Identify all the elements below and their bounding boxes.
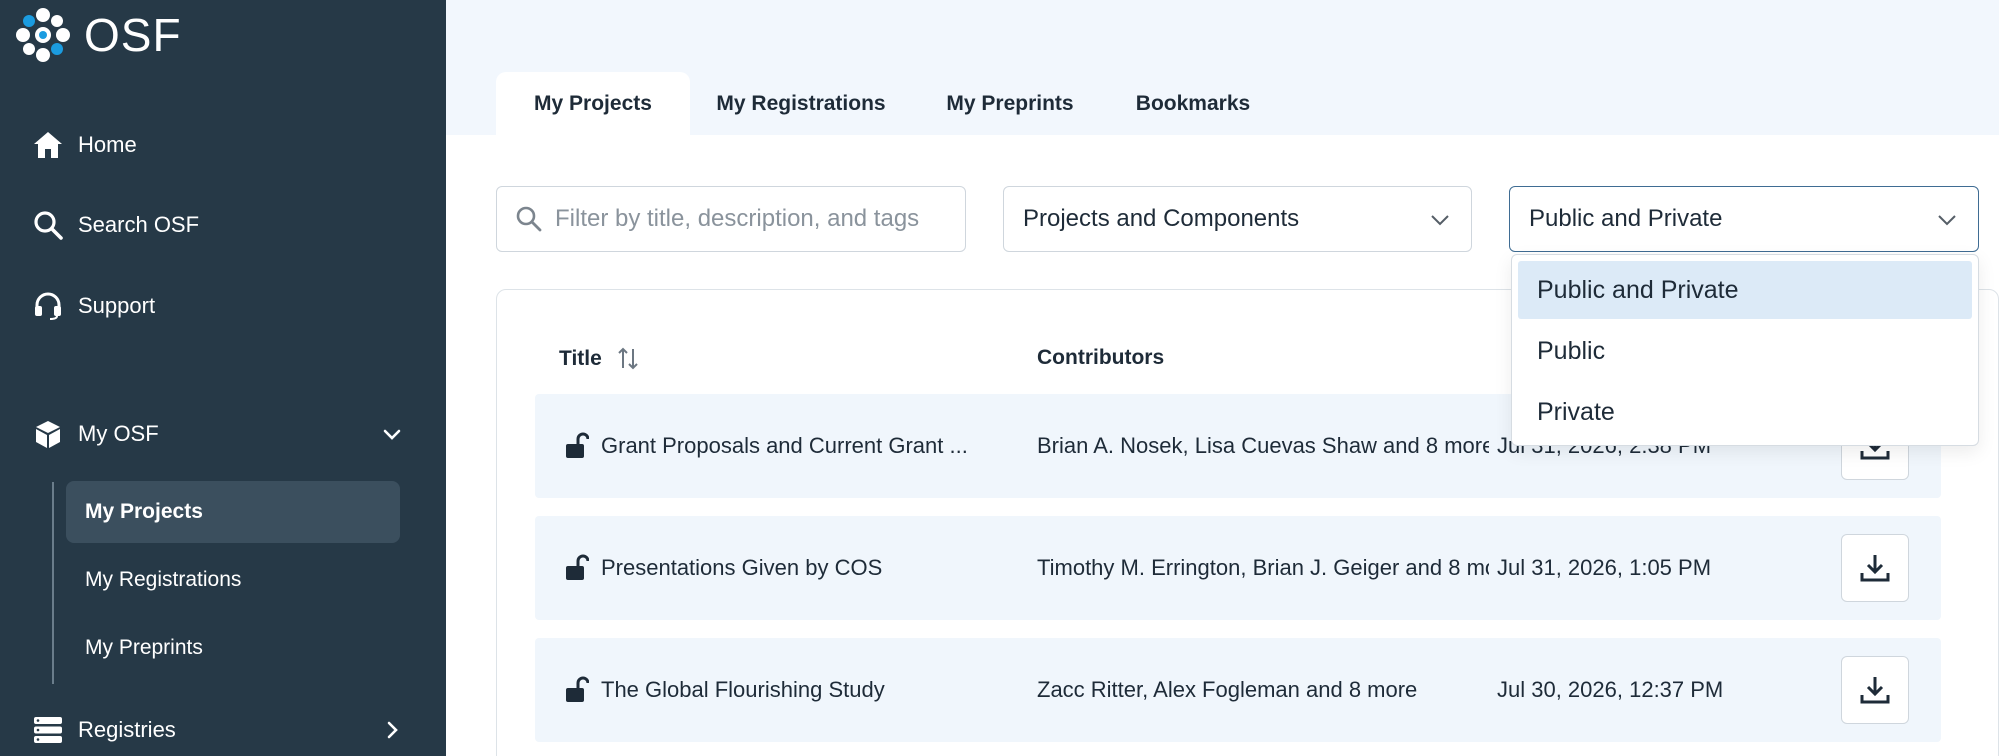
- nav-registries[interactable]: Registries: [32, 714, 414, 746]
- row-title: The Global Flourishing Study: [601, 677, 885, 702]
- tab-my-projects[interactable]: My Projects: [496, 72, 690, 136]
- download-icon: [1860, 677, 1890, 704]
- registries-icon: [32, 714, 64, 746]
- sidebar-item-my-projects[interactable]: My Projects: [66, 481, 400, 543]
- osf-logo-icon: [16, 8, 70, 62]
- chevron-right-icon: [387, 721, 398, 739]
- tab-label: My Projects: [534, 92, 652, 115]
- column-header-title[interactable]: Title: [559, 346, 640, 372]
- nav-my-osf-label: My OSF: [78, 421, 159, 446]
- nav-home[interactable]: Home: [32, 129, 137, 161]
- chevron-down-icon: [1938, 215, 1956, 226]
- dropdown-option-label: Private: [1537, 397, 1615, 426]
- nav-support-label: Support: [78, 293, 156, 318]
- osf-logo[interactable]: OSF: [14, 6, 182, 64]
- row-contributors: Brian A. Nosek, Lisa Cuevas Shaw and 8 m…: [1037, 433, 1489, 458]
- nav-search-label: Search OSF: [78, 212, 200, 237]
- search-icon: [516, 206, 542, 232]
- type-filter-select[interactable]: Projects and Components: [1003, 186, 1472, 252]
- dropdown-option-public-and-private[interactable]: Public and Private: [1518, 261, 1972, 319]
- download-icon: [1860, 555, 1890, 582]
- tab-my-preprints[interactable]: My Preprints: [912, 72, 1108, 136]
- sidebar: OSF Home Search OSF Support My OSF My Pr…: [0, 0, 446, 756]
- cube-icon: [32, 418, 64, 450]
- table-row[interactable]: The Global Flourishing Study Zacc Ritter…: [535, 638, 1941, 742]
- row-title-cell[interactable]: The Global Flourishing Study: [565, 638, 1005, 742]
- sidebar-item-my-preprints[interactable]: My Preprints: [66, 617, 400, 679]
- tab-label: My Preprints: [946, 92, 1074, 115]
- osf-logo-text: OSF: [84, 9, 182, 61]
- nav-search-osf[interactable]: Search OSF: [32, 209, 199, 241]
- home-icon: [32, 129, 64, 161]
- unlock-icon: [566, 676, 589, 702]
- unlock-icon: [566, 432, 589, 458]
- row-modified: Jul 30, 2026, 12:37 PM: [1497, 677, 1724, 702]
- row-contributors: Timothy M. Errington, Brian J. Geiger an…: [1037, 555, 1489, 580]
- row-contributors: Zacc Ritter, Alex Fogleman and 8 more: [1037, 677, 1418, 702]
- type-filter-value: Projects and Components: [1023, 205, 1300, 232]
- tab-my-registrations[interactable]: My Registrations: [690, 72, 912, 136]
- tab-label: Bookmarks: [1135, 92, 1251, 115]
- download-button[interactable]: [1841, 656, 1909, 724]
- row-title: Grant Proposals and Current Grant ...: [601, 433, 968, 458]
- chevron-down-icon: [1431, 215, 1449, 226]
- sidebar-item-label: My Registrations: [85, 568, 242, 591]
- tab-bookmarks[interactable]: Bookmarks: [1108, 72, 1278, 136]
- chevron-down-icon: [383, 429, 401, 440]
- sidebar-item-my-registrations[interactable]: My Registrations: [66, 549, 400, 611]
- headset-icon: [32, 290, 64, 322]
- submenu-guide-line: [52, 482, 54, 684]
- download-button[interactable]: [1841, 534, 1909, 602]
- dropdown-option-private[interactable]: Private: [1518, 383, 1972, 441]
- row-title-cell[interactable]: Presentations Given by COS: [565, 516, 1005, 620]
- unlock-icon: [566, 554, 589, 580]
- row-modified: Jul 31, 2026, 1:05 PM: [1497, 555, 1712, 580]
- row-title: Presentations Given by COS: [601, 555, 883, 580]
- table-row[interactable]: Presentations Given by COS Timothy M. Er…: [535, 516, 1941, 620]
- sort-icon[interactable]: [616, 346, 640, 372]
- dropdown-option-label: Public: [1537, 336, 1606, 365]
- nav-my-osf[interactable]: My OSF: [32, 418, 414, 450]
- column-header-label: Title: [559, 347, 602, 370]
- search-box: [496, 186, 966, 252]
- visibility-dropdown-menu: Public and Private Public Private: [1511, 254, 1979, 446]
- search-icon: [32, 209, 64, 241]
- tab-label: My Registrations: [716, 92, 886, 115]
- sidebar-item-label: My Preprints: [85, 636, 203, 659]
- nav-support[interactable]: Support: [32, 290, 155, 322]
- column-header-contributors: Contributors: [1037, 346, 1164, 370]
- column-header-label: Contributors: [1037, 346, 1165, 369]
- row-title-cell[interactable]: Grant Proposals and Current Grant ...: [565, 394, 1005, 498]
- sidebar-item-label: My Projects: [85, 500, 203, 523]
- dropdown-option-label: Public and Private: [1537, 275, 1739, 304]
- visibility-filter-select[interactable]: Public and Private: [1509, 186, 1979, 252]
- search-input[interactable]: [555, 205, 955, 233]
- dropdown-option-public[interactable]: Public: [1518, 322, 1972, 380]
- nav-home-label: Home: [78, 132, 137, 157]
- visibility-filter-value: Public and Private: [1529, 205, 1723, 232]
- nav-registries-label: Registries: [78, 717, 176, 742]
